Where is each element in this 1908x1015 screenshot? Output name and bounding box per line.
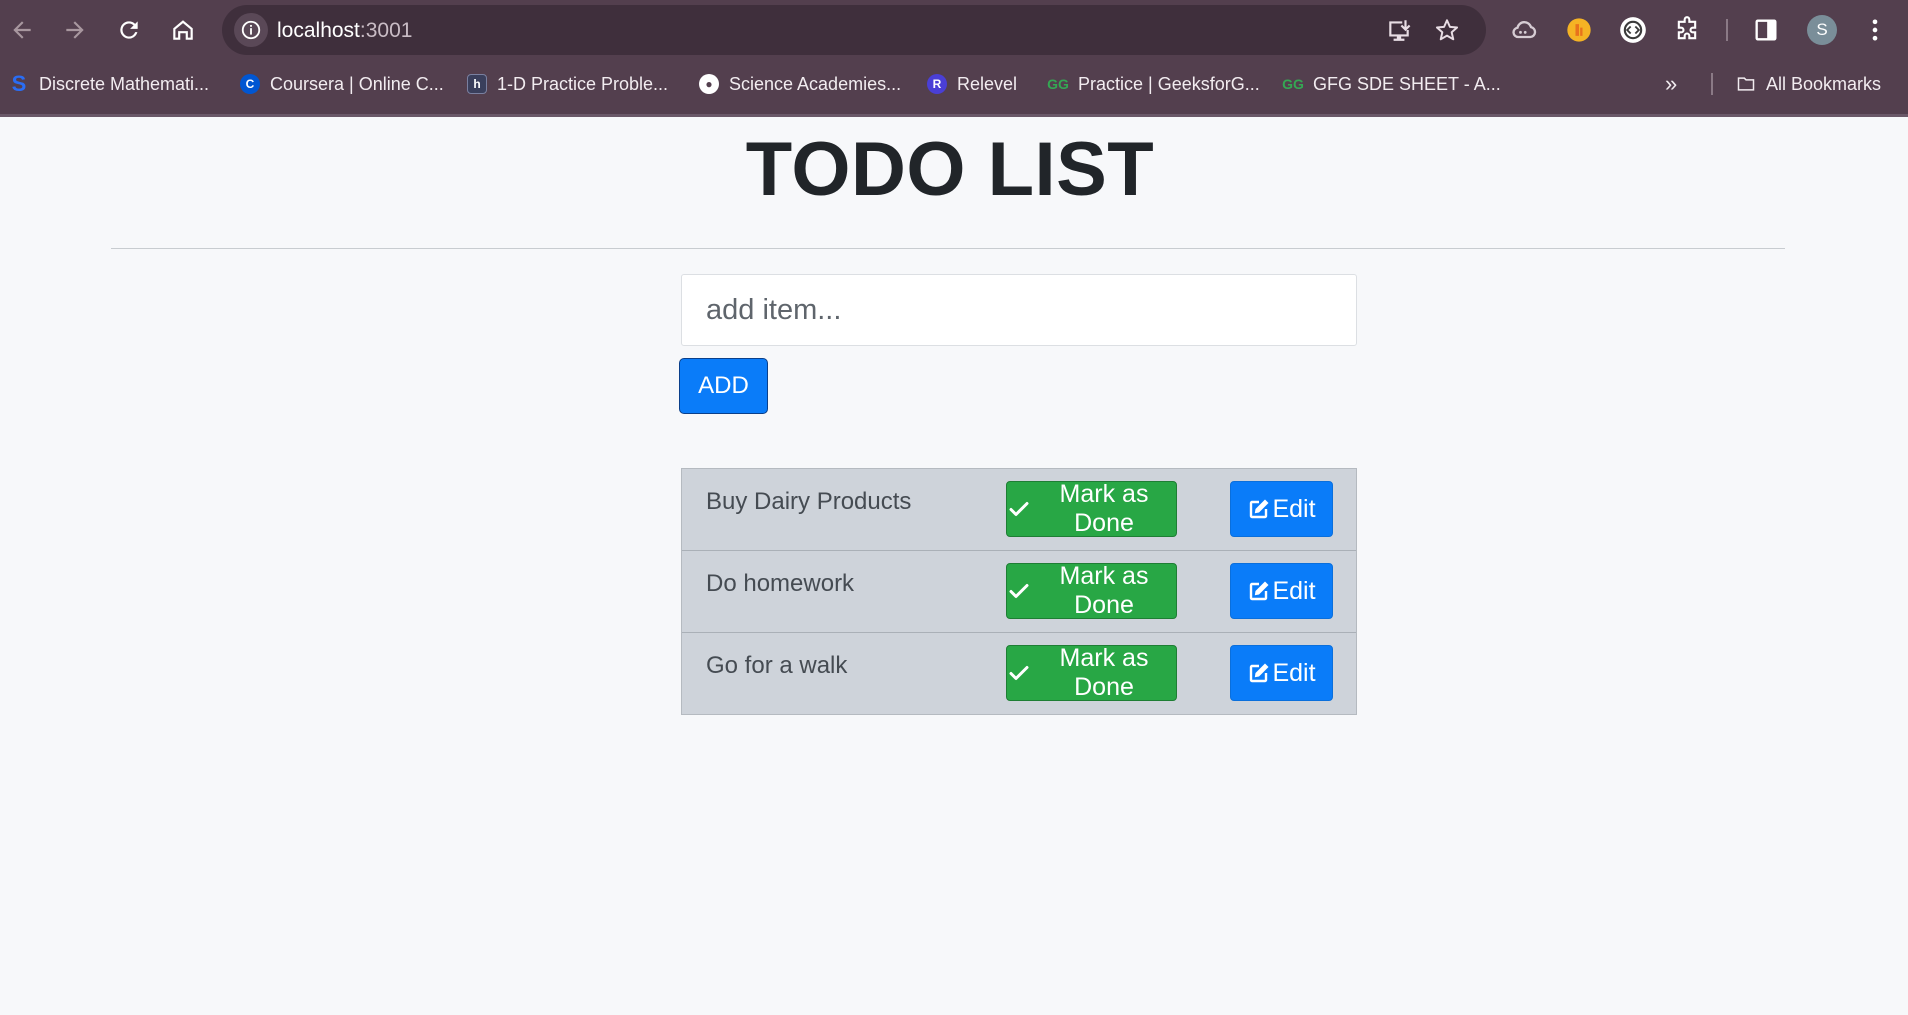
extension-orange-icon[interactable]: [1560, 11, 1598, 49]
hackerrank-h-icon: h: [467, 74, 487, 94]
bookmark-label: GFG SDE SHEET - A...: [1313, 73, 1501, 94]
mark-as-done-label: Mark as Done: [1059, 644, 1149, 701]
todo-list: Buy Dairy Products Mark as Done Edit Do …: [681, 468, 1357, 715]
install-app-icon[interactable]: [1383, 14, 1415, 46]
gfg-icon: GG: [1047, 76, 1069, 92]
edit-label: Edit: [1272, 494, 1316, 523]
back-button[interactable]: [2, 10, 42, 50]
todo-item: Buy Dairy Products Mark as Done Edit: [682, 469, 1356, 551]
gfg-icon: GG: [1282, 76, 1304, 92]
arrow-left-icon: [13, 21, 31, 39]
address-bar[interactable]: localhost:3001: [222, 5, 1486, 55]
add-button[interactable]: ADD: [679, 358, 768, 414]
bookmark-label: Coursera | Online C...: [270, 73, 444, 94]
todo-text: Go for a walk: [706, 652, 848, 679]
relevel-r-icon: R: [927, 74, 947, 94]
reload-icon: [120, 21, 138, 39]
mark-as-done-label: Mark as Done: [1059, 480, 1149, 537]
mark-as-done-label: Mark as Done: [1059, 562, 1149, 619]
star-icon[interactable]: [1431, 14, 1463, 46]
add-item-input[interactable]: [681, 274, 1357, 346]
side-panel-icon[interactable]: [1747, 11, 1785, 49]
arrow-right-icon: [66, 21, 84, 39]
todo-text: Buy Dairy Products: [706, 488, 912, 515]
bookmark-item[interactable]: R Relevel: [927, 70, 1017, 98]
check-icon: [1007, 497, 1031, 521]
mark-as-done-button[interactable]: Mark as Done: [1006, 562, 1177, 619]
forward-button[interactable]: [55, 10, 95, 50]
extensions-puzzle-icon[interactable]: [1668, 11, 1706, 49]
todo-item: Go for a walk Mark as Done Edit: [682, 633, 1356, 714]
site-info-icon[interactable]: [234, 13, 268, 47]
url-text: localhost:3001: [277, 19, 412, 43]
todo-item: Do homework Mark as Done Edit: [682, 551, 1356, 633]
bookmark-item[interactable]: ● Science Academies...: [699, 70, 901, 98]
home-icon: [173, 20, 193, 40]
toolbar-separator: [1726, 19, 1728, 41]
bookmark-label: Practice | GeeksforG...: [1078, 73, 1260, 94]
edit-button[interactable]: Edit: [1230, 481, 1333, 537]
chrome-bottom-border: [0, 114, 1908, 117]
extension-code-icon[interactable]: [1614, 11, 1652, 49]
coursera-icon: C: [240, 74, 260, 94]
bookmark-item[interactable]: h 1-D Practice Proble...: [467, 70, 668, 98]
edit-button[interactable]: Edit: [1230, 563, 1333, 619]
bookmark-label: Science Academies...: [729, 73, 902, 94]
bookmark-label: Relevel: [957, 73, 1018, 94]
bookmark-label: 1-D Practice Proble...: [497, 73, 669, 94]
home-button[interactable]: [163, 10, 203, 50]
edit-icon: [1247, 497, 1271, 521]
page-title: TODO LIST: [745, 127, 1155, 212]
edit-label: Edit: [1272, 576, 1316, 605]
bookmark-item[interactable]: GG Practice | GeeksforG...: [1047, 70, 1260, 98]
extension-cloud-icon[interactable]: [1505, 11, 1543, 49]
mark-as-done-button[interactable]: Mark as Done: [1006, 480, 1177, 537]
bookmarks-separator: [1711, 73, 1713, 95]
bookmark-item[interactable]: C Coursera | Online C...: [240, 70, 444, 98]
edit-button[interactable]: Edit: [1230, 645, 1333, 701]
check-icon: [1007, 579, 1031, 603]
edit-label: Edit: [1272, 658, 1316, 687]
title-divider: [111, 248, 1785, 249]
bookmarks-overflow-icon[interactable]: »: [1665, 70, 1677, 98]
bookmarks-bar: S Discrete Mathemati... C Coursera | Onl…: [0, 66, 1908, 102]
url-port: :3001: [359, 19, 413, 42]
globe-icon: ●: [699, 74, 719, 94]
todo-text: Do homework: [706, 570, 855, 597]
url-host: localhost: [277, 19, 360, 42]
all-bookmarks-label: All Bookmarks: [1766, 73, 1882, 94]
mark-as-done-button[interactable]: Mark as Done: [1006, 644, 1177, 701]
edit-icon: [1247, 661, 1271, 685]
bookmark-label: Discrete Mathemati...: [39, 73, 210, 94]
bookmark-item[interactable]: S Discrete Mathemati...: [9, 70, 209, 98]
profile-avatar[interactable]: S: [1807, 15, 1837, 45]
bookmark-s-icon: S: [11, 71, 27, 96]
all-bookmarks-button[interactable]: All Bookmarks: [1736, 70, 1881, 98]
check-icon: [1007, 661, 1031, 685]
bookmark-item[interactable]: GG GFG SDE SHEET - A...: [1282, 70, 1501, 98]
browser-chrome: localhost:3001 S S Discrete Mathemati...…: [0, 0, 1908, 117]
menu-kebab-icon[interactable]: [1856, 11, 1894, 49]
reload-button[interactable]: [109, 10, 149, 50]
edit-icon: [1247, 579, 1271, 603]
folder-icon: [1736, 74, 1756, 94]
